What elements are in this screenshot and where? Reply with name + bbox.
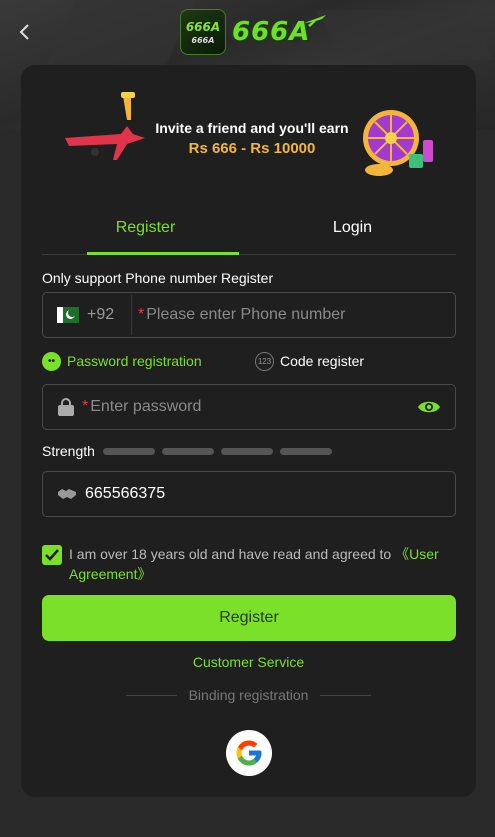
banner-text: Invite a friend and you'll earn Rs 666 -… [137, 120, 367, 157]
invite-banner[interactable]: Invite a friend and you'll earn Rs 666 -… [61, 90, 436, 185]
logo: 666A 666A 666A [180, 8, 328, 56]
password-field[interactable]: * Enter password [42, 384, 456, 430]
strength-bar [102, 447, 155, 455]
logo-badge: 666A 666A [180, 9, 226, 55]
handshake-icon [58, 489, 76, 499]
check-icon [45, 549, 59, 561]
mode-code-register[interactable]: 123 Code register [255, 351, 365, 371]
divider-line [320, 694, 372, 696]
password-input[interactable]: Enter password [90, 398, 417, 416]
code-mode-icon: 123 [255, 351, 274, 371]
banner-reward-range: Rs 666 - Rs 10000 [188, 140, 316, 157]
logo-badge-subtitle: 666A [191, 35, 215, 45]
pakistan-flag-icon [57, 307, 79, 323]
password-mode-icon: •• [42, 351, 61, 371]
mode-password-label: Password registration [67, 353, 202, 369]
phone-field[interactable]: +92 * Please enter Phone number [42, 292, 456, 338]
password-strength: Strength [42, 443, 456, 459]
strength-bar [220, 447, 273, 455]
divider-line [126, 694, 177, 696]
mode-password-registration[interactable]: •• Password registration [42, 351, 255, 371]
google-login-button[interactable] [226, 730, 272, 776]
user-agreement: I am over 18 years old and have read and… [42, 544, 456, 584]
register-card: Invite a friend and you'll earn Rs 666 -… [21, 65, 476, 797]
banner-headline: Invite a friend and you'll earn [155, 120, 349, 136]
phone-input[interactable]: Please enter Phone number [146, 306, 345, 324]
auth-tabs: Register Login [42, 210, 456, 255]
plane-icon [304, 15, 327, 27]
country-code[interactable]: +92 [87, 306, 121, 324]
registration-mode: •• Password registration 123 Code regist… [42, 350, 456, 372]
required-mark: * [138, 306, 145, 323]
invite-code-field[interactable]: 665566375 [42, 471, 456, 517]
logo-badge-title: 666A [185, 19, 221, 34]
strength-bar [161, 447, 214, 455]
required-mark: * [82, 398, 89, 415]
invite-code-input[interactable]: 665566375 [85, 485, 165, 503]
back-button[interactable] [12, 18, 36, 46]
binding-label: Binding registration [188, 687, 309, 703]
register-button[interactable]: Register [42, 595, 456, 641]
lock-icon [58, 398, 74, 416]
logo-text: 666A [232, 17, 311, 47]
eye-icon[interactable] [417, 399, 441, 415]
tab-register[interactable]: Register [42, 210, 249, 255]
chevron-left-icon [19, 24, 29, 40]
binding-divider: Binding registration [126, 687, 372, 703]
strength-bar [279, 447, 332, 455]
header: 666A 666A 666A [0, 0, 495, 64]
agreement-statement: I am over 18 years old and have read and… [69, 546, 396, 562]
field-divider [131, 295, 132, 335]
phone-label: Only support Phone number Register [42, 270, 274, 286]
lucky-wheel-icon [363, 110, 433, 176]
agreement-checkbox[interactable] [42, 545, 62, 565]
google-icon [236, 740, 262, 766]
red-plane-icon [65, 92, 145, 160]
agreement-text: I am over 18 years old and have read and… [69, 544, 456, 584]
mode-code-label: Code register [280, 353, 365, 369]
customer-service-link[interactable]: Customer Service [21, 654, 476, 670]
strength-label: Strength [42, 443, 95, 459]
tab-login[interactable]: Login [249, 210, 456, 254]
